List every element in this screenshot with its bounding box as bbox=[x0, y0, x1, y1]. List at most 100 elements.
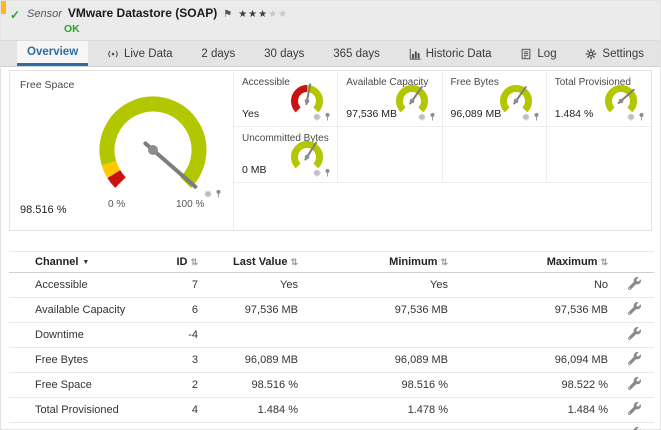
channel-value bbox=[304, 323, 454, 348]
channel-name[interactable]: Accessible bbox=[9, 273, 159, 298]
col-header-settings bbox=[614, 252, 654, 273]
tab-live-data[interactable]: Live Data bbox=[97, 41, 183, 66]
col-header-last-value[interactable]: Last Value⇅ bbox=[204, 252, 304, 273]
priority-corner-strip bbox=[1, 1, 6, 14]
channel-value: 97,536 MB bbox=[204, 298, 304, 323]
tab-bar: Overview Live Data 2 days 30 days 365 days Hi… bbox=[1, 41, 660, 67]
sensor-title-block: Sensor VMware Datastore (SOAP) ⚑ ★★★★★ O… bbox=[27, 6, 650, 35]
gauge-settings-gear-icon[interactable] bbox=[313, 112, 321, 124]
gauge-cell-empty bbox=[443, 127, 547, 183]
channel-value: 1.484 % bbox=[454, 398, 614, 423]
channel-settings-wrench-icon[interactable] bbox=[614, 323, 654, 348]
sensor-header: ✓ Sensor VMware Datastore (SOAP) ⚑ ★★★★★… bbox=[1, 1, 660, 41]
gauge-value: 97,536 MB bbox=[346, 108, 397, 120]
channel-value: Yes bbox=[204, 273, 304, 298]
tab-2-days[interactable]: 2 days bbox=[191, 41, 245, 66]
channel-value: 5 bbox=[159, 423, 204, 430]
gauge-cell-accessible: AccessibleYes bbox=[234, 71, 338, 127]
gauge-pin-icon[interactable] bbox=[533, 112, 540, 124]
channel-value: 98.516 % bbox=[304, 373, 454, 398]
col-header-maximum[interactable]: Maximum⇅ bbox=[454, 252, 614, 273]
channel-name[interactable]: Downtime bbox=[9, 323, 159, 348]
channel-value: 96,094 MB bbox=[454, 348, 614, 373]
col-header-channel[interactable]: Channel▼ bbox=[9, 252, 159, 273]
sensor-status-badge: OK bbox=[64, 23, 650, 35]
log-icon bbox=[520, 48, 532, 60]
channel-row-free-space[interactable]: Free Space298.516 %98.516 %98.522 % bbox=[9, 373, 654, 398]
gauge-max-label: 100 % bbox=[176, 199, 204, 210]
channel-row-total-provisioned[interactable]: Total Provisioned41.484 %1.478 %1.484 % bbox=[9, 398, 654, 423]
channel-settings-wrench-icon[interactable] bbox=[614, 398, 654, 423]
col-header-id[interactable]: ID⇅ bbox=[159, 252, 204, 273]
gauge-settings-gear-icon[interactable] bbox=[522, 112, 530, 124]
channel-row-uncommitted-bytes[interactable]: Uncommitted Bytes50 MB0 MB0 MB bbox=[9, 423, 654, 430]
gauge-settings-gear-icon[interactable] bbox=[418, 112, 426, 124]
channel-settings-wrench-icon[interactable] bbox=[614, 373, 654, 398]
gauge-cell-uncommitted-bytes: Uncommitted Bytes0 MB bbox=[234, 127, 338, 183]
gauge-label: Accessible bbox=[242, 77, 290, 88]
gauge-pin-icon[interactable] bbox=[429, 112, 436, 124]
tab-label: Overview bbox=[27, 46, 78, 58]
channel-value: 97,536 MB bbox=[304, 298, 454, 323]
channel-row-accessible[interactable]: Accessible7YesYesNo bbox=[9, 273, 654, 298]
gauge-pin-icon[interactable] bbox=[324, 168, 331, 180]
channel-value: 97,536 MB bbox=[454, 298, 614, 323]
gauge-settings-gear-icon[interactable] bbox=[204, 189, 212, 201]
channel-settings-wrench-icon[interactable] bbox=[614, 348, 654, 373]
channel-name[interactable]: Free Bytes bbox=[9, 348, 159, 373]
col-header-label: Maximum bbox=[547, 256, 598, 268]
col-header-minimum[interactable]: Minimum⇅ bbox=[304, 252, 454, 273]
channel-name[interactable]: Total Provisioned bbox=[9, 398, 159, 423]
tab-label: Log bbox=[537, 48, 556, 60]
gauge-pin-icon[interactable] bbox=[324, 112, 331, 124]
stars-filled: ★★★ bbox=[238, 9, 268, 20]
object-kind-label: Sensor bbox=[27, 8, 62, 20]
gauge-value: 96,089 MB bbox=[451, 108, 502, 120]
gauge-value: 0 MB bbox=[242, 164, 267, 176]
sort-arrows-icon: ⇅ bbox=[600, 257, 608, 267]
channel-value: 0 MB bbox=[304, 423, 454, 430]
priority-stars[interactable]: ★★★★★ bbox=[238, 9, 288, 20]
channel-row-available-capacity[interactable]: Available Capacity697,536 MB97,536 MB97,… bbox=[9, 298, 654, 323]
gauge-cell-available-capacity: Available Capacity97,536 MB bbox=[338, 71, 442, 127]
gauge-settings-gear-icon[interactable] bbox=[627, 112, 635, 124]
channel-value: 96,089 MB bbox=[204, 348, 304, 373]
settings-icon bbox=[585, 48, 597, 60]
channel-row-free-bytes[interactable]: Free Bytes396,089 MB96,089 MB96,094 MB bbox=[9, 348, 654, 373]
tab-overview[interactable]: Overview bbox=[17, 41, 88, 66]
channel-name[interactable]: Available Capacity bbox=[9, 298, 159, 323]
channel-value: 3 bbox=[159, 348, 204, 373]
priority-flag-icon[interactable]: ⚑ bbox=[223, 9, 232, 20]
col-header-label: Minimum bbox=[389, 256, 437, 268]
channel-row-downtime[interactable]: Downtime-4 bbox=[9, 323, 654, 348]
gauge-pin-icon[interactable] bbox=[638, 112, 645, 124]
channel-settings-wrench-icon[interactable] bbox=[614, 298, 654, 323]
tab-label: Historic Data bbox=[426, 48, 492, 60]
channel-value bbox=[454, 323, 614, 348]
status-ok-check-icon: ✓ bbox=[10, 8, 20, 22]
channels-table-header: Channel▼ID⇅Last Value⇅Minimum⇅Maximum⇅ bbox=[9, 252, 654, 273]
tab-historic-data[interactable]: Historic Data bbox=[399, 41, 502, 66]
tab-label: 2 days bbox=[201, 48, 235, 60]
channel-name[interactable]: Free Space bbox=[9, 373, 159, 398]
gauge-pin-icon[interactable] bbox=[215, 189, 222, 201]
tab-log[interactable]: Log bbox=[510, 41, 566, 66]
channel-value: 0 MB bbox=[454, 423, 614, 430]
tab-settings[interactable]: Settings bbox=[575, 41, 654, 66]
tab-30-days[interactable]: 30 days bbox=[254, 41, 314, 66]
channel-settings-wrench-icon[interactable] bbox=[614, 273, 654, 298]
channel-value: 2 bbox=[159, 373, 204, 398]
tab-label: Settings bbox=[602, 48, 644, 60]
page-title: VMware Datastore (SOAP) bbox=[68, 6, 217, 20]
channel-settings-wrench-icon[interactable] bbox=[614, 423, 654, 430]
gauge-settings-gear-icon[interactable] bbox=[313, 168, 321, 180]
tab-365-days[interactable]: 365 days bbox=[323, 41, 390, 66]
gauge-cell-empty bbox=[338, 127, 442, 183]
gauge-cell-empty bbox=[547, 127, 651, 183]
channel-name[interactable]: Uncommitted Bytes bbox=[9, 423, 159, 430]
gauge-mini-icons[interactable] bbox=[204, 189, 222, 201]
tab-label: Live Data bbox=[124, 48, 173, 60]
gauge-cell-free-bytes: Free Bytes96,089 MB bbox=[443, 71, 547, 127]
channel-value: 96,089 MB bbox=[304, 348, 454, 373]
gauge-cell-total-provisioned: Total Provisioned1.484 % bbox=[547, 71, 651, 127]
